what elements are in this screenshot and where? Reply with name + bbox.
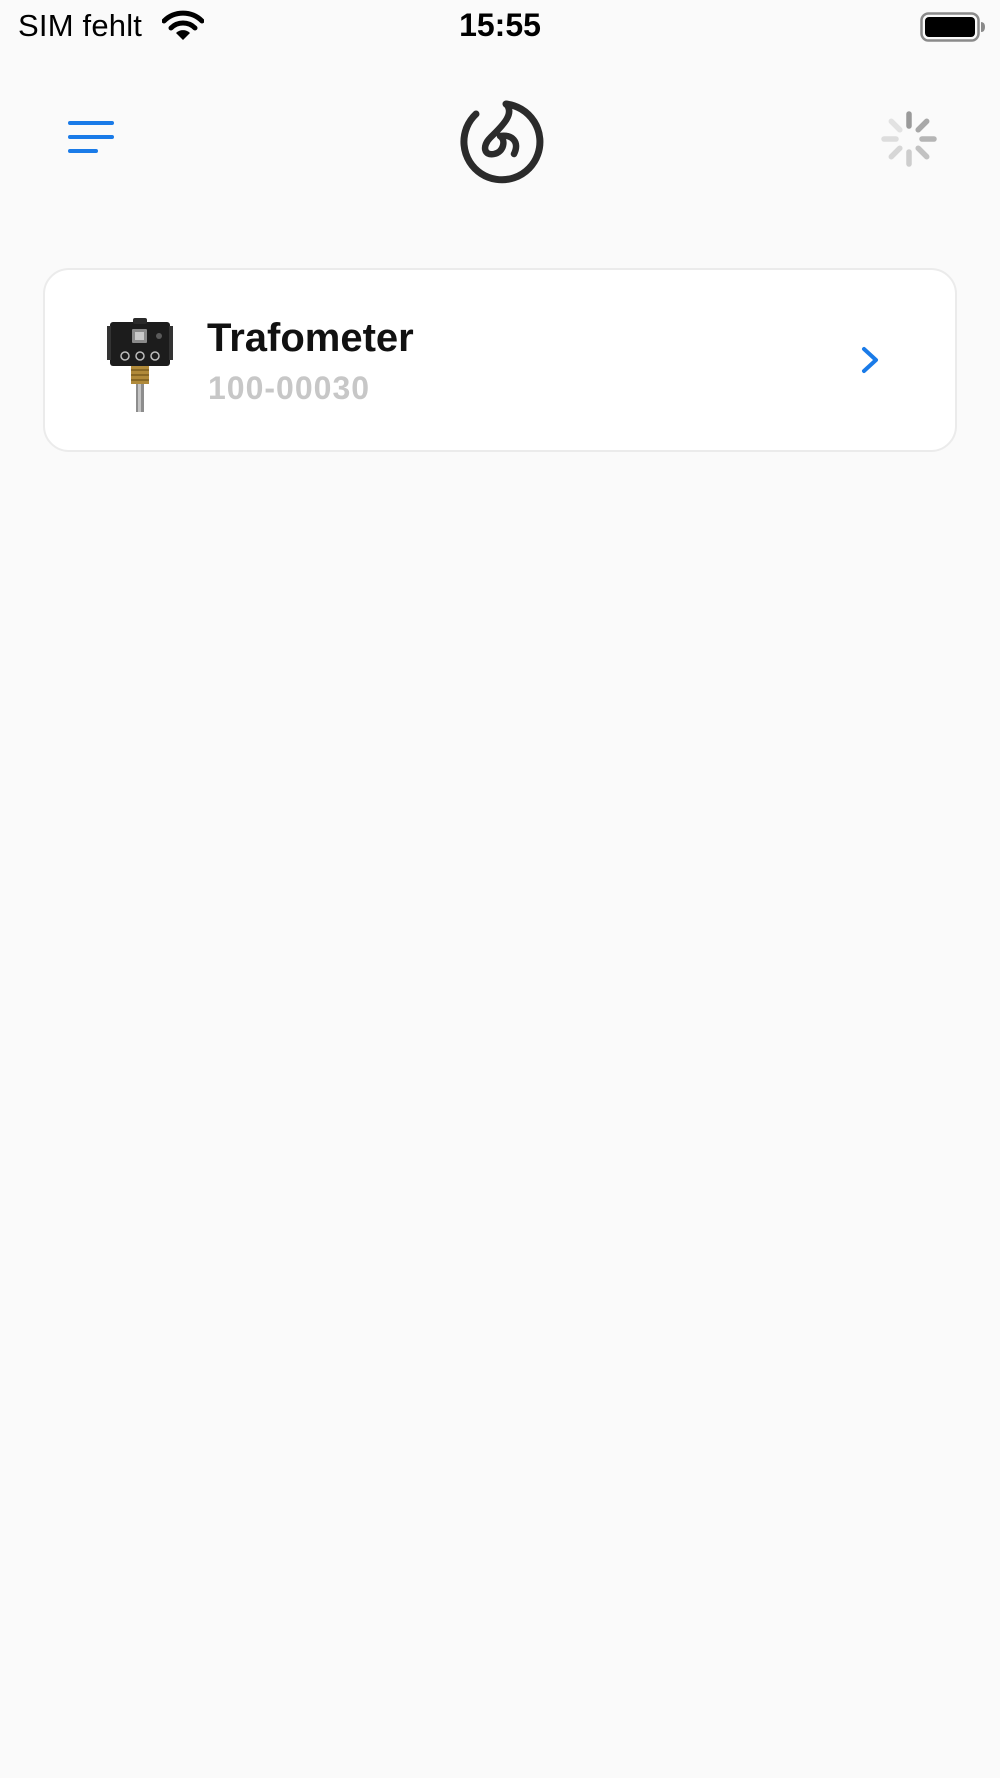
menu-button[interactable]: [58, 104, 124, 170]
status-bar: SIM fehlt 15:55: [0, 0, 1000, 56]
app-screen: SIM fehlt 15:55 Trafometer 100-00030: [0, 0, 1000, 1778]
status-time: 15:55: [459, 7, 541, 43]
menu-icon: [68, 121, 114, 153]
chevron-right-icon: [862, 347, 878, 373]
device-thumbnail: [107, 318, 173, 412]
device-name: Trafometer: [207, 316, 414, 360]
device-id: 100-00030: [208, 370, 371, 406]
device-list-item[interactable]: Trafometer 100-00030: [43, 268, 957, 452]
loading-spinner-icon: [881, 111, 937, 167]
app-logo-icon: [460, 100, 544, 184]
battery-icon: [920, 12, 985, 42]
